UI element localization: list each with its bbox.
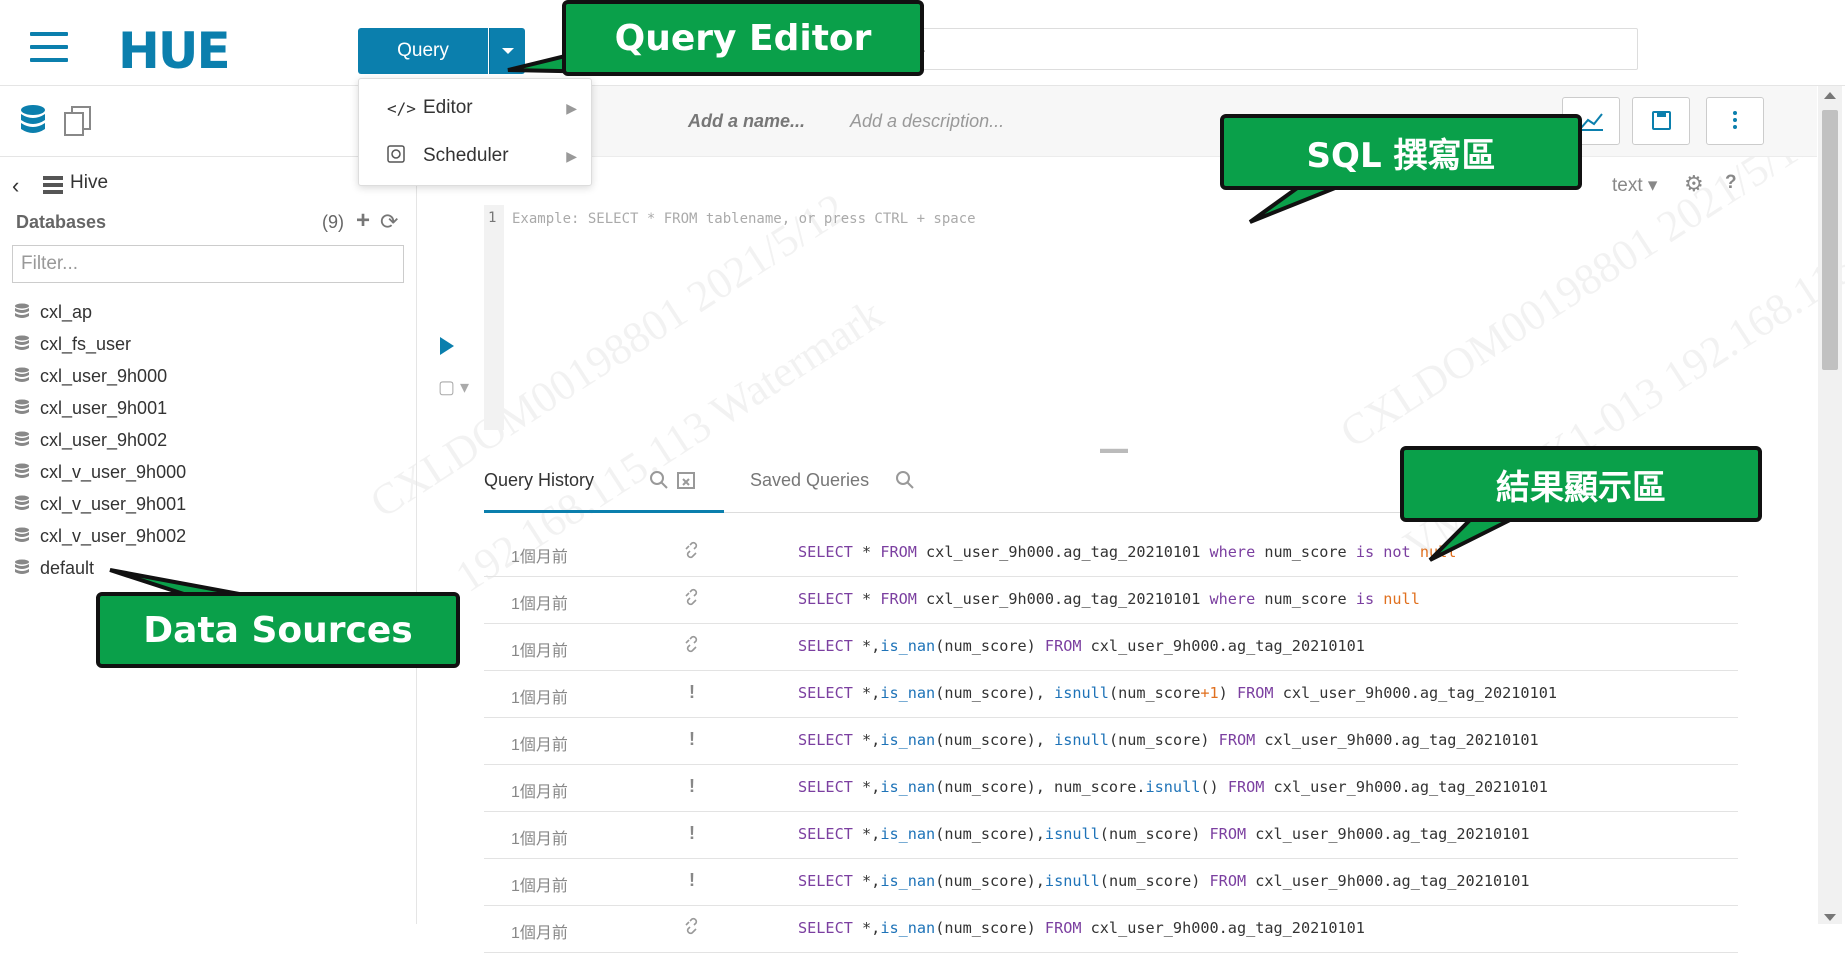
callout-query-editor: Query Editor	[562, 0, 924, 76]
callout-sql-area: SQL 撰寫區	[1220, 114, 1582, 190]
callout-data-sources: Data Sources	[96, 592, 460, 668]
callout-results-area: 結果顯示區	[1400, 446, 1762, 522]
